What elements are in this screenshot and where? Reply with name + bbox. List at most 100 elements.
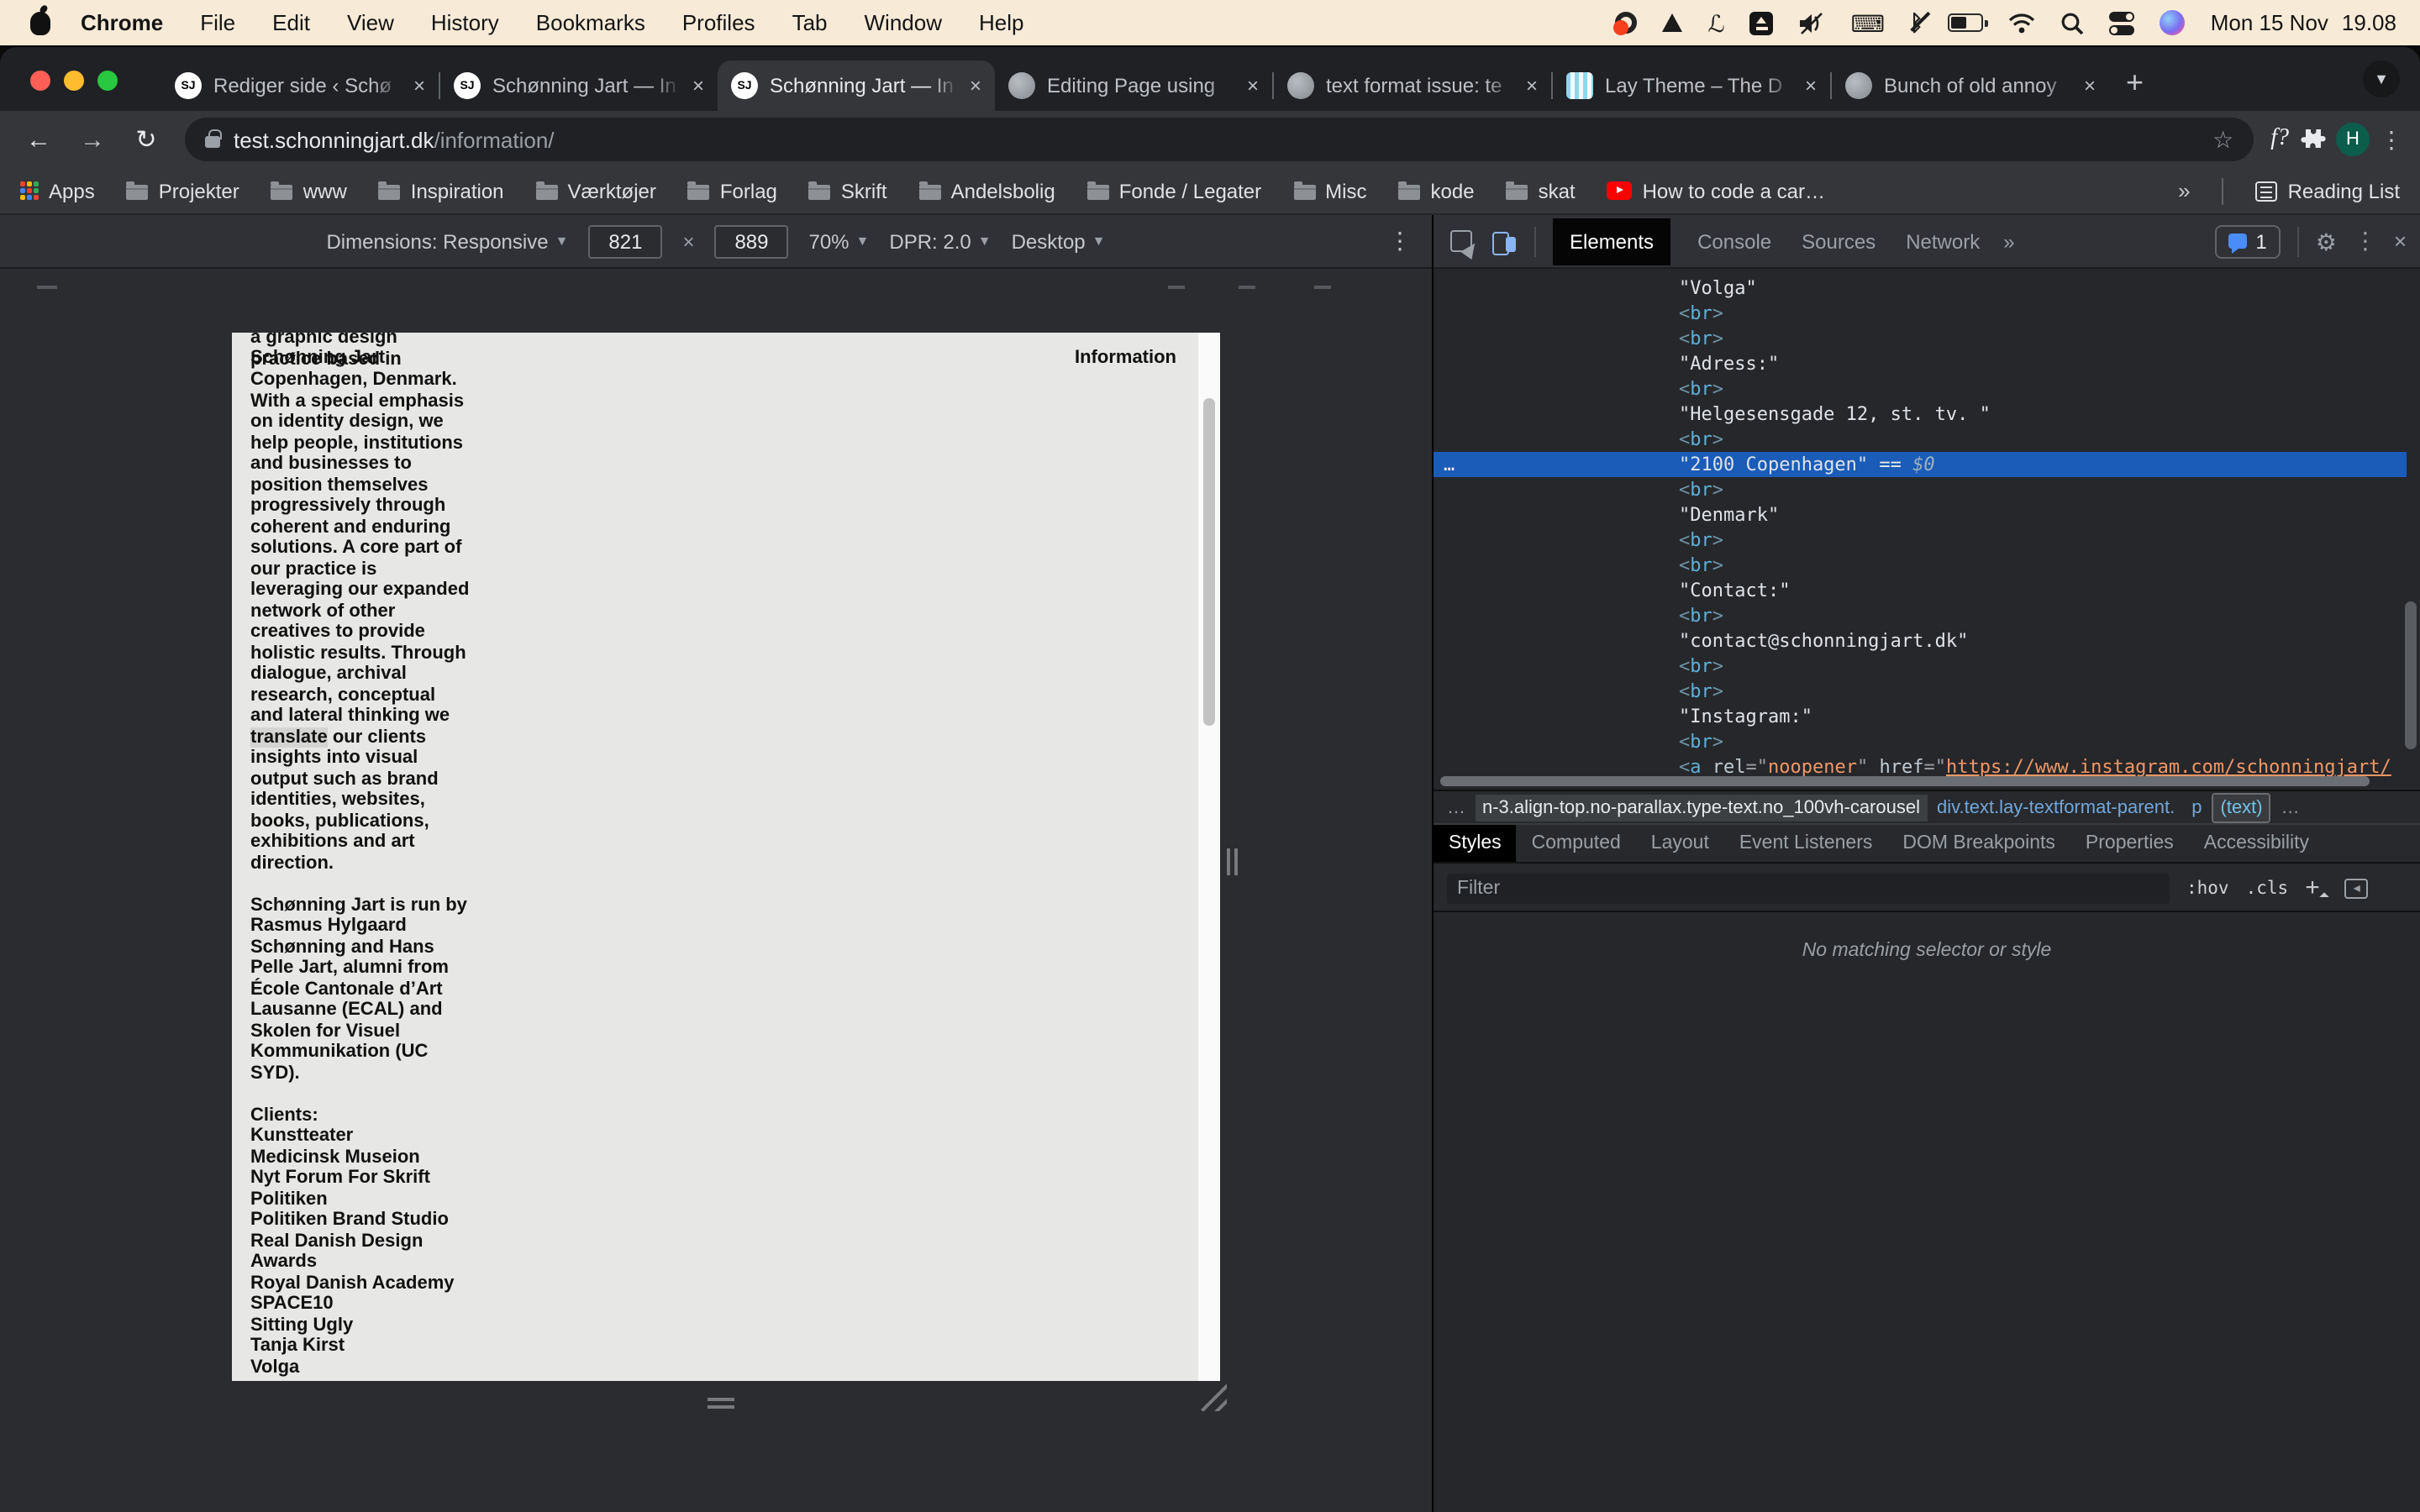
chrome-menu-icon[interactable]: ⋮ (2380, 125, 2403, 154)
tab-close-icon[interactable]: × (413, 74, 425, 97)
launchbar-icon[interactable]: ℒ (1707, 9, 1724, 36)
bookmark-v-rkt-jer[interactable]: Værktøjer (536, 179, 656, 202)
extension-f-icon[interactable]: f? (2270, 126, 2289, 153)
menu-item-help[interactable]: Help (979, 10, 1024, 35)
devtools-horizontal-scrollbar[interactable] (1440, 776, 2370, 786)
profile-avatar[interactable]: H (2336, 123, 2370, 156)
dimensions-select[interactable]: Dimensions: Responsive ▼ (326, 229, 568, 253)
menu-item-bookmarks[interactable]: Bookmarks (536, 10, 645, 35)
page-scrollbar-track[interactable] (1198, 333, 1220, 1381)
close-window-button[interactable] (30, 71, 50, 91)
bookmark-skrift[interactable]: Skrift (809, 179, 887, 202)
breadcrumb-item[interactable]: (text) (2212, 792, 2271, 822)
dom-node-row[interactable]: <br> (1434, 603, 2407, 628)
issues-counter[interactable]: 1 (2215, 224, 2280, 258)
forward-button[interactable]: → (71, 125, 114, 154)
dom-node-row[interactable]: …"2100 Copenhagen" == $0 (1434, 452, 2407, 477)
maximize-window-button[interactable] (97, 71, 118, 91)
tab-search-button[interactable]: ▼ (2363, 60, 2400, 97)
site-title[interactable]: Schønning Jart (250, 348, 385, 368)
information-nav-link[interactable]: Information (1075, 348, 1176, 368)
wifi-icon[interactable] (2009, 9, 2036, 36)
bookmark-projekter[interactable]: Projekter (127, 179, 239, 202)
dom-node-row[interactable]: <br> (1434, 477, 2407, 502)
styles-tab-styles[interactable]: Styles (1434, 825, 1517, 862)
page-scrollbar-thumb[interactable] (1203, 398, 1215, 726)
styles-tab-event-listeners[interactable]: Event Listeners (1724, 825, 1888, 862)
inspect-element-icon[interactable] (1447, 228, 1474, 255)
tab-5[interactable]: text format issue: te× (1274, 60, 1551, 111)
tab-6[interactable]: Lay Theme – The D× (1553, 60, 1830, 111)
menu-item-chrome[interactable]: Chrome (81, 10, 163, 35)
menu-item-window[interactable]: Window (865, 10, 943, 35)
bluetooth-off-icon[interactable]: ᛒ (1910, 9, 1923, 36)
dom-node-row[interactable]: <br> (1434, 427, 2407, 452)
viewport-width-input[interactable] (588, 224, 662, 258)
devtools-tab-network[interactable]: Network (1902, 218, 1983, 265)
menu-item-view[interactable]: View (347, 10, 394, 35)
tab-4[interactable]: Editing Page using× (995, 60, 1272, 111)
url-text[interactable]: test.schonningjart.dk/information/ (234, 127, 555, 152)
devtools-close-icon[interactable]: × (2394, 228, 2407, 254)
more-tabs-button[interactable]: » (2000, 218, 2018, 265)
tab-close-icon[interactable]: × (692, 74, 704, 97)
breadcrumb-item[interactable]: div.text.lay-textformat-parent. (1930, 794, 2181, 821)
eject-icon[interactable] (1750, 9, 1774, 36)
dom-node-row[interactable]: <br> (1434, 301, 2407, 326)
devtools-tab-sources[interactable]: Sources (1798, 218, 1879, 265)
styles-tab-accessibility[interactable]: Accessibility (2189, 825, 2324, 862)
bookmark-kode[interactable]: kode (1399, 179, 1475, 202)
styles-tab-computed[interactable]: Computed (1517, 825, 1636, 862)
bookmark-misc[interactable]: Misc (1293, 179, 1366, 202)
styles-tab-layout[interactable]: Layout (1636, 825, 1724, 862)
siri-icon[interactable] (2160, 9, 2186, 36)
lock-icon[interactable] (205, 136, 220, 148)
apple-menu-icon[interactable] (30, 11, 50, 34)
control-center-icon[interactable] (2110, 9, 2135, 36)
dpr-select[interactable]: DPR: 2.0 ▼ (889, 229, 991, 253)
device-type-select[interactable]: Desktop ▼ (1012, 229, 1106, 253)
spotlight-icon[interactable] (2061, 9, 2085, 36)
bookmark-star-icon[interactable]: ☆ (2212, 125, 2233, 154)
dom-node-row[interactable]: "contact@schonningjart.dk" (1434, 628, 2407, 654)
breadcrumb-item[interactable]: … (1440, 794, 1472, 821)
new-style-rule-button[interactable]: + (2305, 874, 2328, 902)
viewport-resize-handle-bottom[interactable] (708, 1398, 734, 1410)
element-class-toggle[interactable]: .cls (2246, 878, 2289, 898)
reload-button[interactable]: ↻ (124, 124, 168, 155)
back-button[interactable]: ← (17, 125, 60, 154)
bookmark-www[interactable]: www (271, 179, 347, 202)
minimize-window-button[interactable] (64, 71, 84, 91)
menu-item-profiles[interactable]: Profiles (682, 10, 755, 35)
dom-node-row[interactable]: "Helgesensgade 12, st. tv. " (1434, 402, 2407, 427)
styles-tab-properties[interactable]: Properties (2070, 825, 2189, 862)
dom-node-row[interactable]: "Contact:" (1434, 578, 2407, 603)
pseudo-class-toggle[interactable]: :hov (2186, 878, 2229, 898)
mute-icon[interactable] (1799, 9, 1826, 36)
sidebar-toggle-icon[interactable]: ◂ (2345, 878, 2369, 898)
new-tab-button[interactable]: + (2126, 66, 2144, 101)
recording-icon[interactable] (1615, 9, 1637, 36)
menu-item-history[interactable]: History (431, 10, 499, 35)
zoom-select[interactable]: 70% ▼ (808, 229, 869, 253)
dom-node-row[interactable]: "Adress:" (1434, 351, 2407, 376)
device-toolbar-toggle-icon[interactable] (1491, 228, 1518, 255)
node-menu-dots[interactable]: … (1444, 452, 1456, 477)
dom-node-row[interactable]: <br> (1434, 729, 2407, 754)
dom-node-row[interactable]: <br> (1434, 679, 2407, 704)
menu-item-file[interactable]: File (200, 10, 235, 35)
tab-close-icon[interactable]: × (970, 74, 981, 97)
viewport-resize-handle-right[interactable] (1227, 848, 1239, 875)
dom-node-row[interactable]: <br> (1434, 553, 2407, 578)
tab-7[interactable]: Bunch of old annoy× (1832, 60, 2109, 111)
keyboard-icon[interactable]: ⌨ (1851, 9, 1885, 36)
bookmark-andelsbolig[interactable]: Andelsbolig (919, 179, 1055, 202)
device-toolbar-menu-icon[interactable]: ⋮ (1388, 227, 1412, 255)
bookmark-how-to-code-a-car-[interactable]: How to code a car… (1607, 179, 1825, 202)
devtools-tab-console[interactable]: Console (1694, 218, 1775, 265)
viewport-height-input[interactable] (714, 224, 788, 258)
menu-item-edit[interactable]: Edit (272, 10, 310, 35)
dom-node-row[interactable]: <br> (1434, 528, 2407, 553)
tab-1[interactable]: SJRediger side ‹ Schø× (161, 60, 439, 111)
breadcrumb-item[interactable]: … (2275, 794, 2307, 821)
